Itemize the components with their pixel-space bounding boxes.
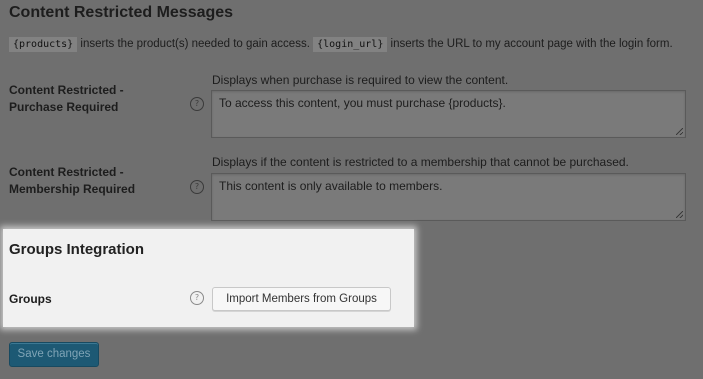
groups-integration-title: Groups Integration (9, 241, 144, 258)
content-restricted-intro: {products} inserts the product(s) needed… (9, 37, 673, 52)
save-changes-button[interactable]: Save changes (9, 342, 99, 367)
login-url-placeholder-explanation: inserts the URL to my account page with … (387, 38, 673, 50)
section-title-content-restricted: Content Restricted Messages (9, 4, 234, 21)
products-placeholder-code: {products} (9, 37, 78, 52)
purchase-required-textarea-value: To access this content, you must purchas… (219, 96, 506, 110)
groups-help-icon[interactable]: ? (190, 291, 204, 305)
products-placeholder-explanation: inserts the product(s) needed to gain ac… (77, 38, 314, 50)
purchase-required-textarea[interactable]: To access this content, you must purchas… (211, 90, 686, 138)
membership-required-textarea[interactable]: This content is only available to member… (211, 173, 686, 221)
resize-grip-icon[interactable] (676, 128, 683, 135)
purchase-required-help-icon[interactable]: ? (190, 97, 204, 111)
membership-required-help-icon[interactable]: ? (190, 180, 204, 194)
purchase-required-description: Displays when purchase is required to vi… (212, 73, 509, 87)
membership-required-description: Displays if the content is restricted to… (212, 155, 629, 169)
groups-label: Groups (9, 292, 52, 306)
membership-required-label: Content Restricted - Membership Required (9, 165, 136, 196)
import-members-button[interactable]: Import Members from Groups (212, 287, 391, 311)
membership-required-textarea-value: This content is only available to member… (219, 179, 443, 193)
purchase-required-label: Content Restricted - Purchase Required (9, 83, 124, 114)
login-url-placeholder-code: {login_url} (313, 37, 388, 52)
resize-grip-icon[interactable] (676, 211, 683, 218)
